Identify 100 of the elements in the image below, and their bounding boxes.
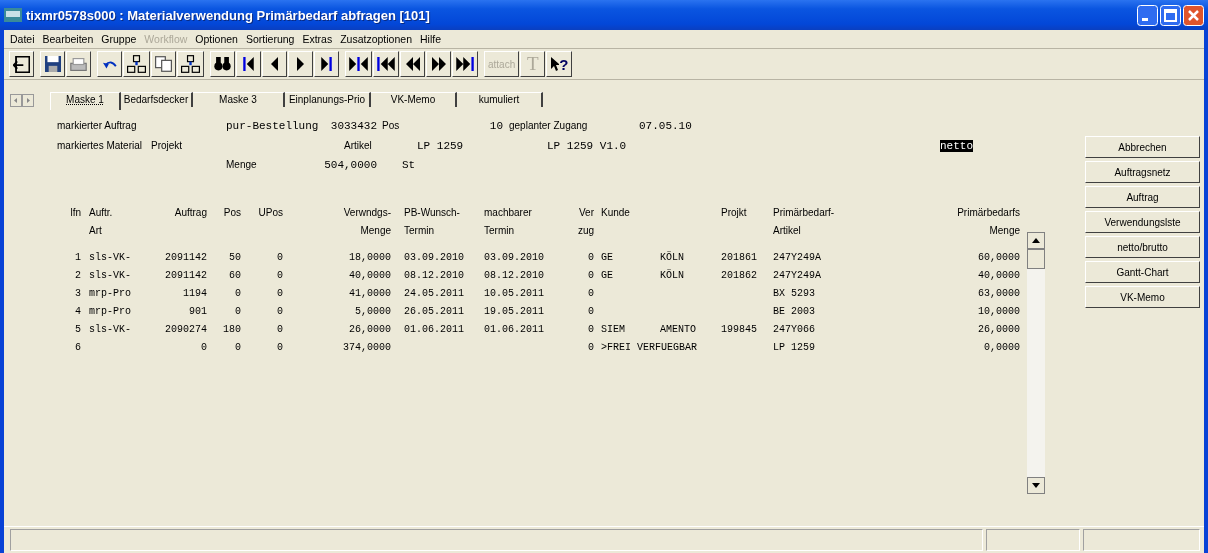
first-group-button[interactable]: [373, 51, 399, 77]
table-cell-text: 5,0000: [354, 306, 391, 317]
first-group-icon: [377, 57, 395, 71]
insert-below-button[interactable]: [123, 51, 150, 77]
table-cell-text: 0: [276, 324, 283, 335]
center-button[interactable]: [345, 51, 372, 77]
menu-item[interactable]: Hilfe: [416, 33, 445, 45]
column-header: Pos: [222, 207, 241, 218]
menu-item[interactable]: Sortierung: [241, 33, 299, 45]
menu-item[interactable]: Datei: [6, 33, 39, 45]
first-button[interactable]: [236, 51, 261, 77]
table-cell-text: SIEM: [600, 324, 626, 335]
copy-button[interactable]: [151, 51, 176, 77]
help-button[interactable]: ?: [546, 51, 573, 77]
tab[interactable]: Maske 3: [193, 92, 285, 107]
tab[interactable]: Bedarfsdecker: [121, 92, 193, 107]
action-button[interactable]: Abbrechen: [1085, 136, 1200, 158]
insert-above-button[interactable]: [177, 51, 204, 77]
tab[interactable]: Einplanungs-Prio: [285, 92, 371, 107]
action-button[interactable]: VK-Memo: [1085, 286, 1200, 308]
tab[interactable]: VK-Memo: [371, 92, 457, 107]
table-cell-text: sls-VK-: [88, 270, 132, 281]
next-button[interactable]: [288, 51, 313, 77]
field-value: LP 1259: [417, 139, 464, 152]
table-cell-text: 0: [587, 270, 594, 281]
table-cell-text: 0: [587, 306, 594, 317]
table-cell-text: 19.05.2011: [484, 306, 545, 317]
action-button[interactable]: Gantt-Chart: [1085, 261, 1200, 283]
tab[interactable]: Maske 1: [50, 92, 121, 110]
printer-button[interactable]: [66, 51, 91, 77]
undo-icon: [102, 58, 117, 70]
forward-button[interactable]: [426, 51, 451, 77]
table-cell-text: 0: [234, 306, 241, 317]
save-button[interactable]: [40, 51, 65, 77]
center-icon: [349, 57, 368, 71]
scroll-down-icon: [1027, 476, 1045, 494]
table-cell-text: 0: [276, 252, 283, 263]
table-cell-text: >FREI VERFUEGBAR: [600, 342, 698, 353]
menu-item[interactable]: Gruppe: [97, 33, 141, 45]
table-cell-text: 1: [74, 252, 81, 263]
action-button[interactable]: Auftrag: [1085, 186, 1200, 208]
field-value: St: [402, 159, 416, 171]
table-cell-text: 180: [222, 324, 241, 335]
last-group-button[interactable]: [452, 51, 478, 77]
table-cell-text: 10,0000: [977, 306, 1020, 317]
column-header: lfn: [69, 207, 81, 218]
menu-item[interactable]: Optionen: [191, 33, 242, 45]
table-cell-text: KÖLN: [659, 252, 685, 263]
action-button[interactable]: Auftragsnetz: [1085, 161, 1200, 183]
column-header: Projkt: [720, 207, 748, 218]
app-icon: [4, 8, 22, 22]
table-cell-text: 201862: [720, 270, 758, 281]
table-cell-text: 0: [276, 342, 283, 353]
field-value: 10: [488, 120, 503, 132]
maximize-icon[interactable]: [1160, 4, 1181, 26]
binoculars-button[interactable]: [210, 51, 235, 77]
table-cell-text: 10.05.2011: [484, 288, 545, 299]
selected-text: netto: [940, 139, 973, 152]
table-cell-text: 2091142: [164, 252, 207, 263]
table-cell-text: 26,0000: [977, 324, 1020, 335]
last-button[interactable]: [314, 51, 339, 77]
field-label: Pos: [382, 120, 400, 131]
save-icon: [44, 56, 61, 72]
undo-button[interactable]: [97, 51, 122, 77]
minimize-icon[interactable]: [1137, 4, 1158, 26]
table-cell-text: sls-VK-: [88, 324, 132, 335]
field-value: 07.05.10: [639, 120, 692, 132]
binoculars-icon: [214, 57, 231, 71]
rewind-button[interactable]: [400, 51, 425, 77]
menu-item[interactable]: Extras: [298, 33, 337, 45]
table-cell-text: 50: [228, 252, 241, 263]
column-header: Termin: [484, 225, 515, 236]
table-cell-text: 0: [234, 288, 241, 299]
close-icon[interactable]: [1183, 4, 1204, 26]
table-cell-text: sls-VK-: [88, 252, 132, 263]
table-cell-text: 2091142: [164, 270, 207, 281]
column-header: machbarer: [484, 207, 533, 218]
scroll-right-icon: [22, 94, 34, 107]
table-cell-text: 1194: [182, 288, 207, 299]
insert-below-icon: [127, 55, 146, 73]
scrollbar[interactable]: [1027, 231, 1045, 494]
action-button[interactable]: Verwendungslste: [1085, 211, 1200, 233]
field-value: LP 1259 V1.0: [547, 139, 627, 152]
table-cell-text: 01.06.2011: [403, 324, 465, 335]
table-cell-text: 40,0000: [348, 270, 391, 281]
pointer-icon: [550, 56, 560, 72]
table-cell-text: 0: [587, 342, 594, 353]
window-title: tixmr0578s000 : Materialverwendung Primärbedarf abfragen [101]: [26, 7, 431, 23]
table-cell-text: 2090274: [164, 324, 207, 335]
menu-item[interactable]: Zusatzoptionen: [336, 33, 416, 45]
table-cell-text: GE: [600, 270, 614, 281]
last-icon: [321, 57, 332, 71]
previous-button[interactable]: [262, 51, 287, 77]
column-header: Verwndgs-: [342, 207, 391, 218]
table-cell-text: 24.05.2011: [403, 288, 465, 299]
tab[interactable]: kumuliert: [457, 92, 543, 107]
exit-button[interactable]: [9, 51, 34, 77]
action-button[interactable]: netto/brutto: [1085, 236, 1200, 258]
menu-item[interactable]: Bearbeiten: [38, 33, 98, 45]
previous-icon: [271, 57, 278, 71]
